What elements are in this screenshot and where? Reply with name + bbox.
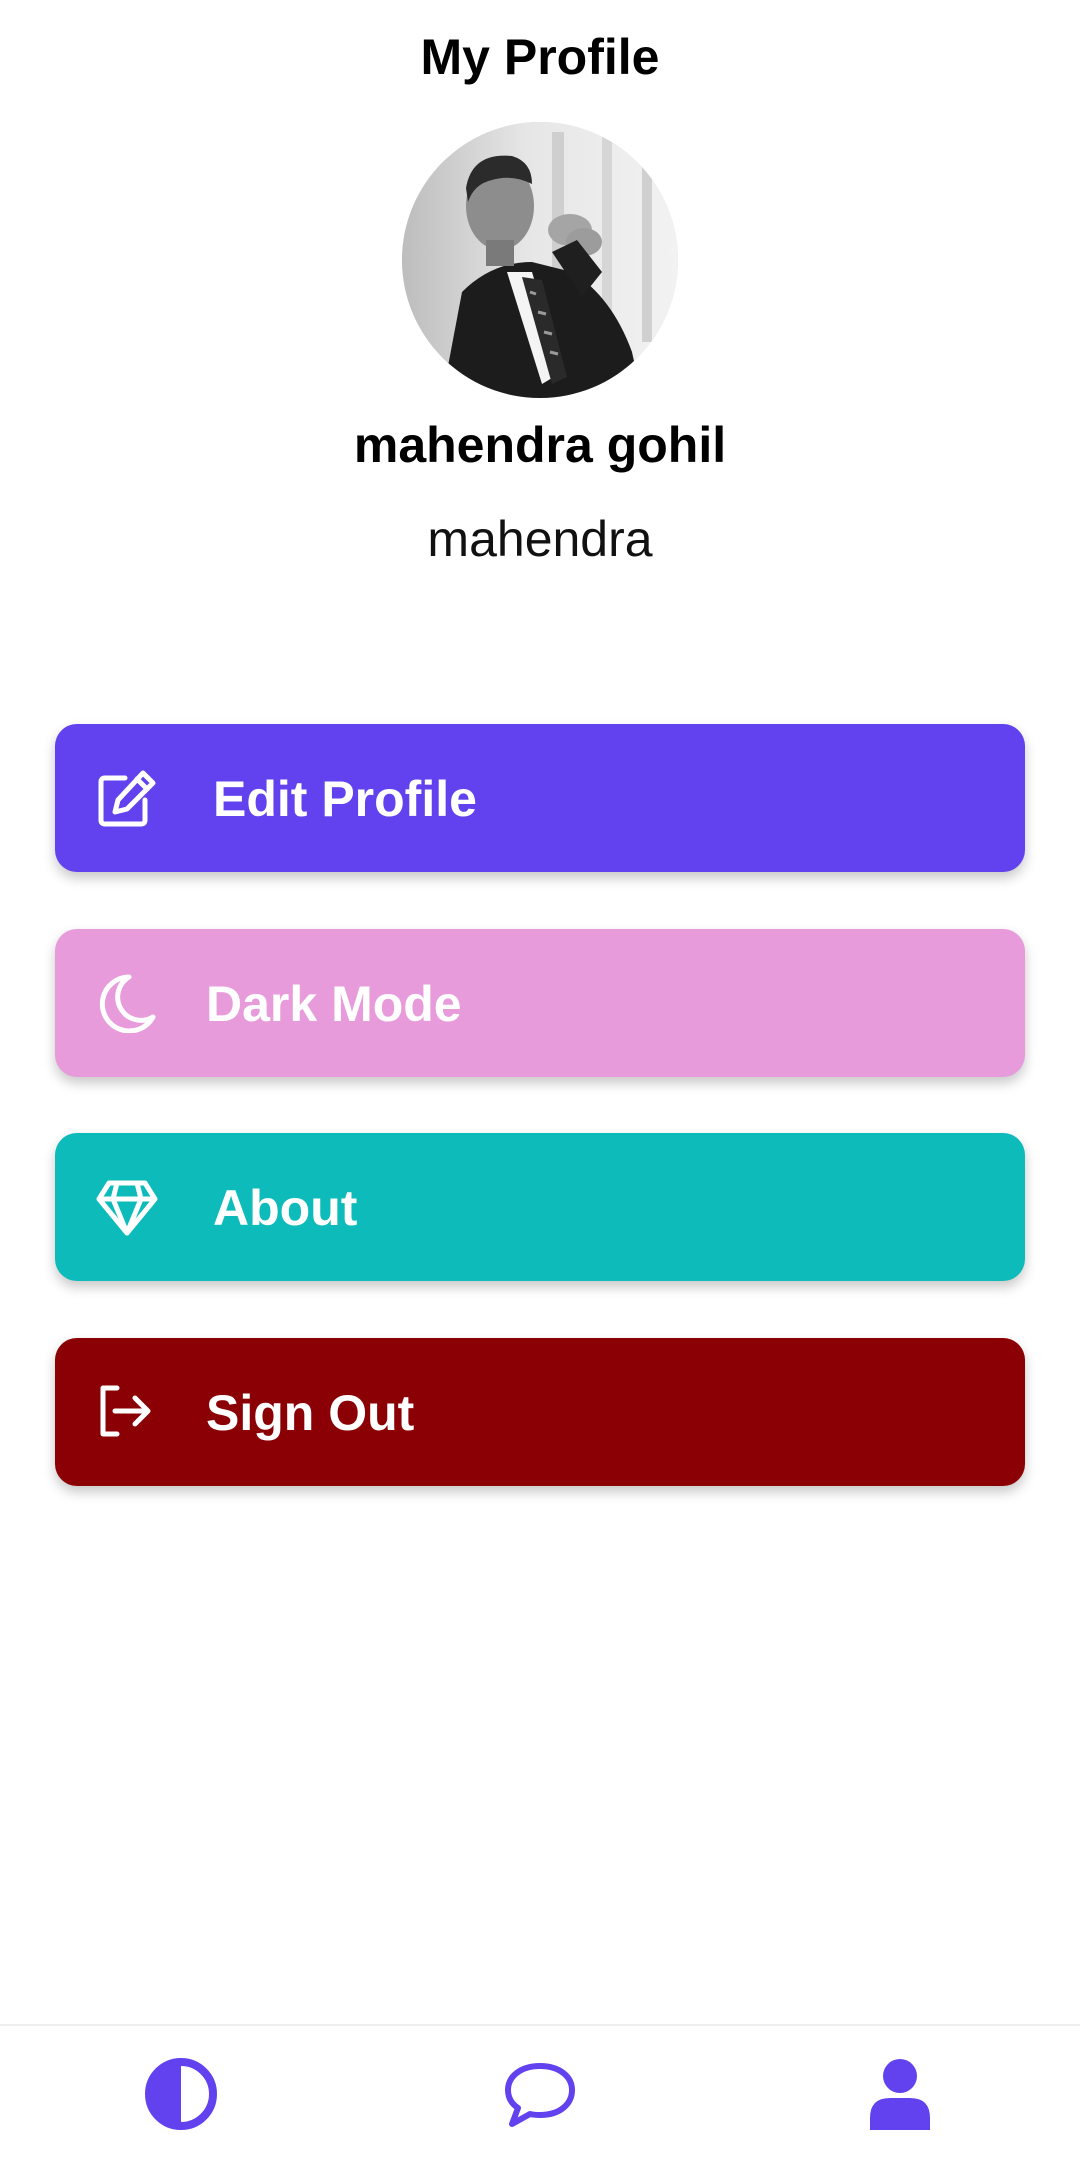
sign-out-icon <box>95 1382 159 1442</box>
nav-profile[interactable] <box>862 2056 938 2132</box>
nav-chat[interactable] <box>502 2056 578 2132</box>
page-title: My Profile <box>420 29 660 85</box>
profile-screen: My Profile mahendra gohil mahendra Edit … <box>0 0 1080 2160</box>
dark-mode-label: Dark Mode <box>206 976 462 1032</box>
user-icon <box>870 2059 930 2130</box>
edit-profile-button[interactable]: Edit Profile <box>55 724 1025 872</box>
username: mahendra <box>427 511 653 567</box>
display-name: mahendra gohil <box>353 417 727 473</box>
edit-icon <box>95 768 159 828</box>
edit-profile-label: Edit Profile <box>213 771 477 827</box>
diamond-icon <box>95 1177 159 1237</box>
theme-toggle-icon <box>145 2058 217 2130</box>
nav-theme-toggle[interactable] <box>143 2056 219 2132</box>
bottom-nav <box>0 2024 1080 2160</box>
chat-icon <box>505 2063 575 2127</box>
avatar[interactable] <box>402 122 678 398</box>
sign-out-label: Sign Out <box>206 1385 415 1441</box>
about-button[interactable]: About <box>55 1133 1025 1281</box>
profile-photo <box>402 122 678 398</box>
sign-out-button[interactable]: Sign Out <box>55 1338 1025 1486</box>
moon-icon <box>95 973 159 1033</box>
dark-mode-button[interactable]: Dark Mode <box>55 929 1025 1077</box>
about-label: About <box>213 1180 358 1236</box>
